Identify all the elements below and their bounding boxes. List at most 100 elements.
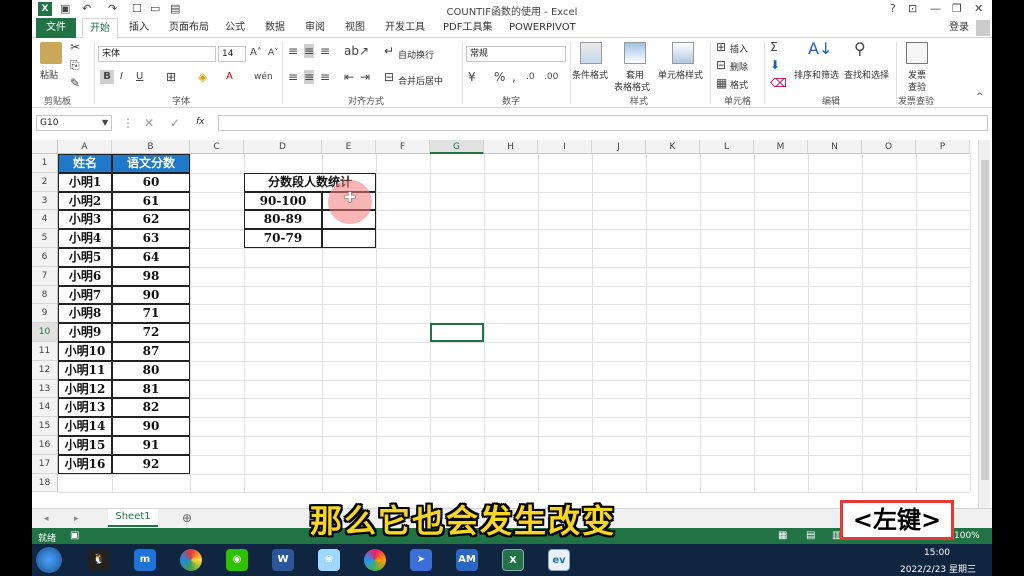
cancel-entry-icon[interactable]: ✕ — [144, 116, 154, 130]
increase-decimal-icon[interactable]: .0 — [526, 70, 535, 84]
paste-icon[interactable] — [40, 42, 62, 64]
copy-icon[interactable]: ⎘ — [70, 58, 80, 72]
add-sheet-icon[interactable]: ⊕ — [182, 511, 192, 525]
column-header-P[interactable]: P — [916, 140, 970, 154]
tab-view[interactable]: 视图 — [338, 18, 372, 38]
fill-icon[interactable]: ⬇ — [770, 58, 780, 72]
format-as-table-button-2[interactable]: 表格格式 — [614, 80, 650, 93]
student-name-cell[interactable]: 小明2 — [58, 191, 112, 211]
row-header-2[interactable]: 2 — [32, 172, 58, 192]
row-header-9[interactable]: 9 — [32, 304, 58, 324]
student-name-cell[interactable]: 小明3 — [58, 210, 112, 230]
excel-taskbar-icon[interactable]: X — [502, 549, 524, 571]
autosum-icon[interactable]: Σ — [770, 40, 778, 54]
student-name-cell[interactable]: 小明15 — [58, 436, 112, 455]
tab-data[interactable]: 数据 — [258, 18, 292, 38]
student-score-cell[interactable]: 98 — [112, 266, 190, 286]
row-header-13[interactable]: 13 — [32, 379, 58, 399]
student-name-cell[interactable]: 小明13 — [58, 398, 112, 418]
column-header-K[interactable]: K — [646, 140, 700, 154]
collapse-ribbon-icon[interactable]: ^ — [976, 90, 984, 104]
tab-file[interactable]: 文件 — [36, 18, 76, 38]
invoice-check-button-2[interactable]: 查验 — [908, 80, 926, 93]
column-header-C[interactable]: C — [190, 140, 244, 154]
user-avatar-icon[interactable] — [976, 20, 990, 36]
clear-icon[interactable]: ⌫ — [770, 76, 787, 90]
student-score-cell[interactable]: 82 — [112, 398, 190, 418]
student-score-cell[interactable]: 64 — [112, 248, 190, 267]
column-header-G[interactable]: G — [430, 140, 484, 154]
student-name-cell[interactable]: 小明9 — [58, 323, 112, 342]
student-name-cell[interactable]: 小明8 — [58, 304, 112, 324]
ev-recorder-icon[interactable]: ev — [548, 549, 570, 571]
score-range-cell[interactable]: 80-89 — [244, 210, 322, 230]
sheet-tab-sheet1[interactable]: Sheet1 — [108, 509, 158, 527]
cut-icon[interactable]: ✂ — [70, 40, 80, 54]
sort-filter-icon[interactable]: A↓ — [808, 41, 832, 57]
row-header-12[interactable]: 12 — [32, 360, 58, 380]
student-name-cell[interactable]: 小明6 — [58, 266, 112, 286]
row-header-18[interactable]: 18 — [32, 473, 58, 493]
cloud-app-icon[interactable]: ❀ — [318, 549, 340, 571]
currency-icon[interactable]: ¥ — [468, 70, 476, 84]
invoice-check-icon[interactable] — [906, 42, 928, 64]
font-name-select[interactable]: 宋体 — [98, 46, 216, 62]
student-name-cell[interactable]: 小明1 — [58, 172, 112, 192]
macro-record-icon[interactable]: ▣ — [70, 529, 79, 543]
confirm-entry-icon[interactable]: ✓ — [170, 116, 180, 130]
column-header-F[interactable]: F — [376, 140, 430, 154]
font-color-icon[interactable]: A — [226, 70, 233, 84]
column-header-H[interactable]: H — [484, 140, 538, 154]
next-sheet-icon[interactable]: ▸ — [74, 512, 79, 526]
align-bottom-icon[interactable]: ≡ — [320, 44, 330, 58]
tab-insert[interactable]: 插入 — [122, 18, 156, 38]
row-header-11[interactable]: 11 — [32, 342, 58, 361]
column-header-L[interactable]: L — [700, 140, 754, 154]
score-range-cell[interactable]: 90-100 — [244, 191, 322, 211]
borders-icon[interactable]: ⊞ — [166, 70, 176, 84]
score-range-cell[interactable]: 70-79 — [244, 229, 322, 248]
chrome-icon[interactable] — [180, 549, 202, 571]
worksheet-grid[interactable]: ABCDEFGHIJKLMNOP 1 2 3 4 5 6 7 8 9 10 11 12 13 14 15 16… — [32, 140, 992, 508]
start-button-icon[interactable] — [36, 547, 62, 573]
cell-styles-button[interactable]: 单元格样式 — [658, 68, 703, 81]
student-score-cell[interactable]: 90 — [112, 285, 190, 305]
word-icon[interactable]: W — [272, 549, 294, 571]
merge-center-button[interactable]: 合并后居中 — [398, 74, 443, 87]
student-score-cell[interactable]: 63 — [112, 229, 190, 248]
format-painter-icon[interactable]: ✎ — [70, 76, 80, 90]
student-name-cell[interactable]: 小明11 — [58, 360, 112, 380]
student-score-cell[interactable]: 90 — [112, 417, 190, 436]
student-score-cell[interactable]: 62 — [112, 210, 190, 230]
align-left-icon[interactable]: ≡ — [288, 70, 298, 84]
sort-filter-button[interactable]: 排序和筛选 — [794, 68, 839, 81]
restore-icon[interactable]: ❐ — [952, 2, 962, 16]
tab-home[interactable]: 开始 — [82, 18, 118, 39]
italic-icon[interactable]: I — [120, 70, 123, 84]
comma-icon[interactable]: , — [512, 70, 516, 84]
number-format-select[interactable]: 常规 — [466, 46, 566, 62]
orientation-icon[interactable]: ab↗ — [344, 44, 369, 58]
cell-styles-icon[interactable] — [672, 42, 694, 64]
student-name-cell[interactable]: 小明12 — [58, 379, 112, 399]
column-header-O[interactable]: O — [862, 140, 916, 154]
column-header-D[interactable]: D — [244, 140, 322, 154]
conditional-format-button[interactable]: 条件格式 — [572, 68, 608, 81]
student-score-cell[interactable]: 80 — [112, 360, 190, 380]
wrap-text-button[interactable]: 自动换行 — [398, 48, 434, 61]
row-header-1[interactable]: 1 — [32, 154, 58, 173]
wrap-text-icon[interactable]: ↵ — [384, 44, 394, 58]
tab-developer[interactable]: 开发工具 — [378, 18, 432, 38]
table-header-score[interactable]: 语文分数 — [112, 154, 190, 173]
student-score-cell[interactable]: 87 — [112, 342, 190, 361]
format-cells-icon[interactable]: ▦ — [716, 76, 727, 90]
insert-function-button[interactable]: fx — [196, 117, 205, 127]
align-top-icon[interactable]: ≡ — [288, 44, 298, 58]
increase-indent-icon[interactable]: ⇥ — [360, 70, 370, 84]
tab-page-layout[interactable]: 页面布局 — [162, 18, 216, 38]
row-header-3[interactable]: 3 — [32, 191, 58, 211]
phonetic-icon[interactable]: wén — [254, 70, 273, 84]
bird-app-icon[interactable]: ➤ — [410, 549, 432, 571]
student-score-cell[interactable]: 81 — [112, 379, 190, 399]
student-score-cell[interactable]: 91 — [112, 436, 190, 455]
